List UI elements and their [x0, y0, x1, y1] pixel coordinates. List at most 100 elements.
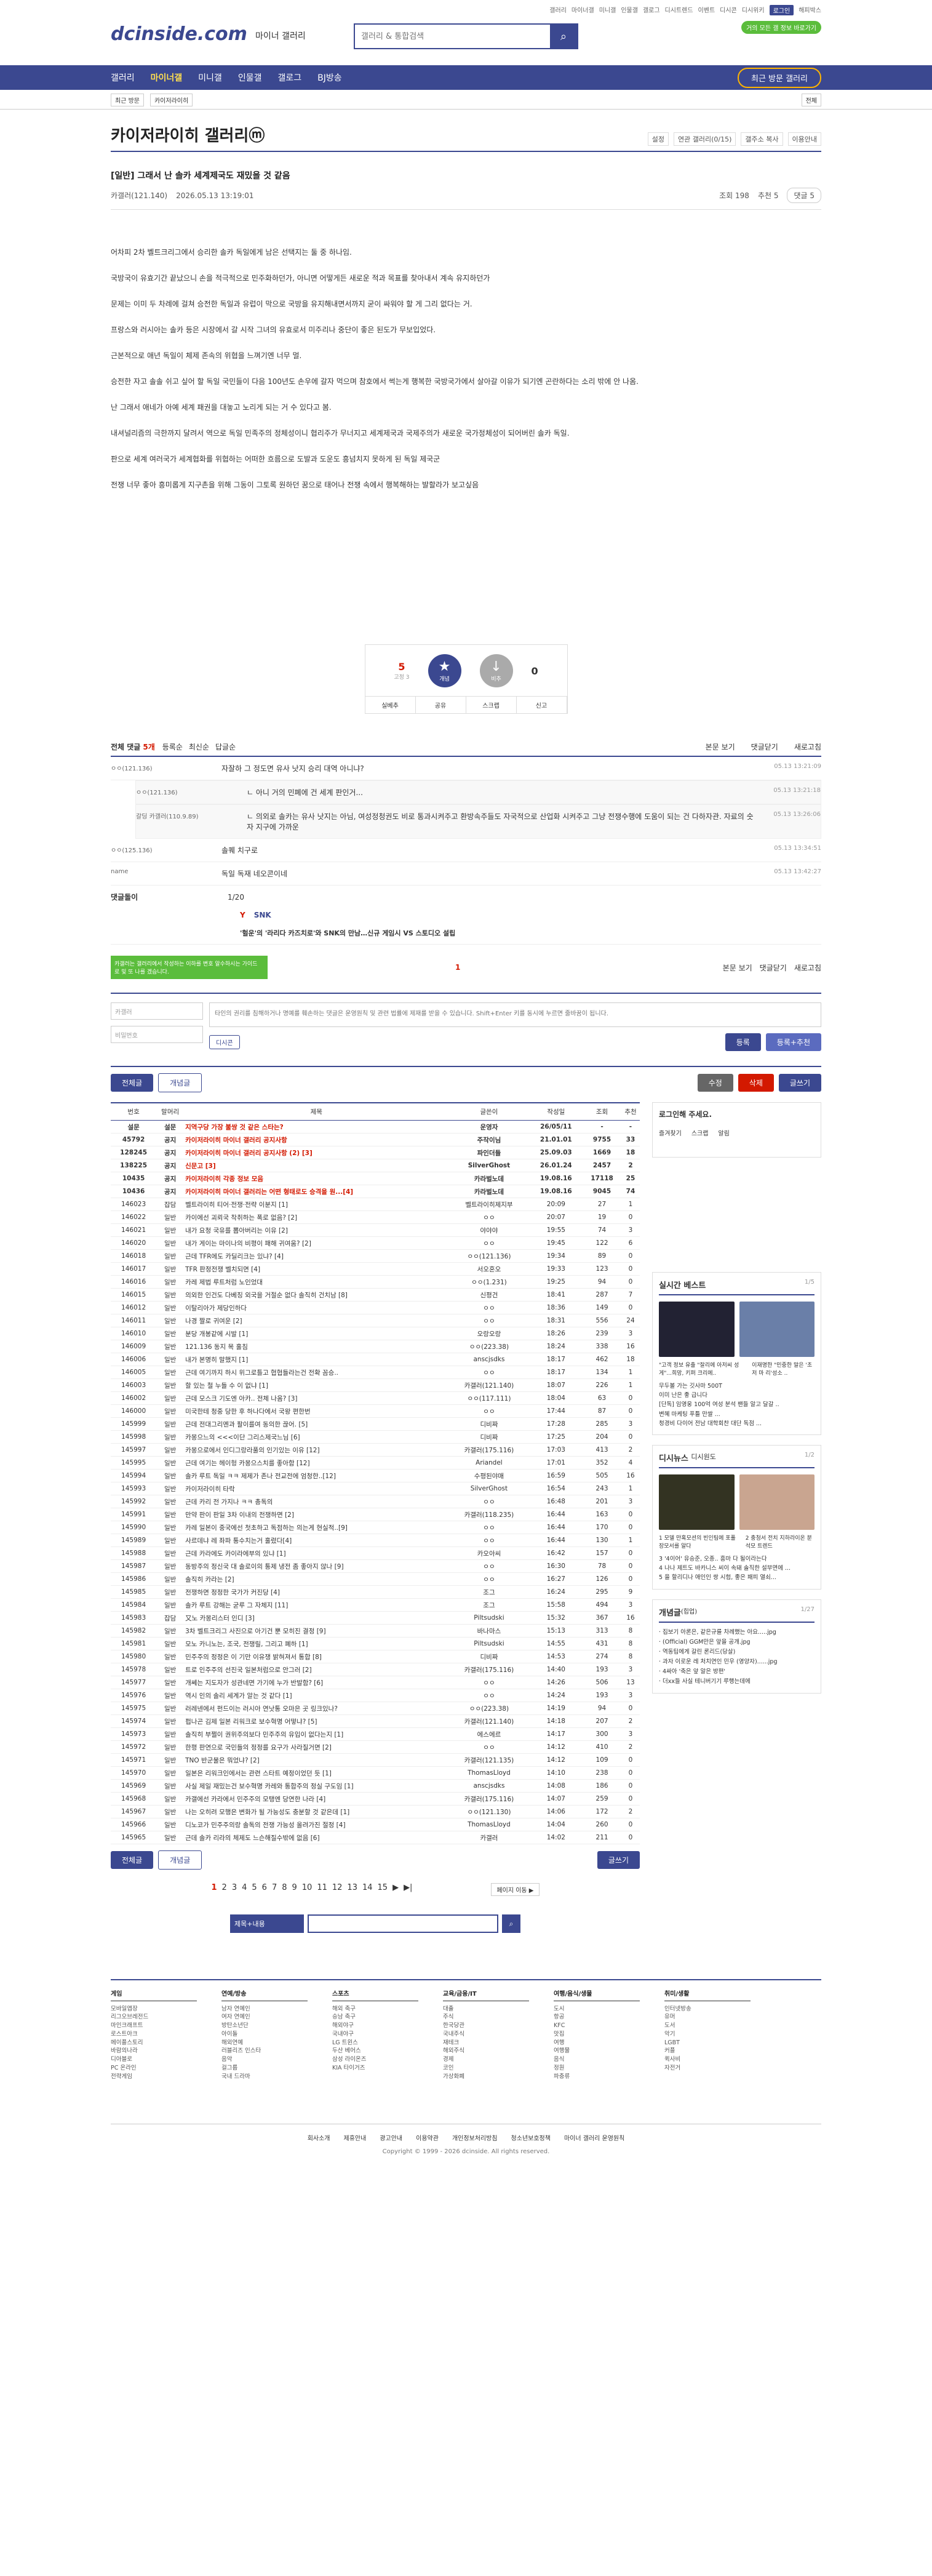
- login-option[interactable]: 스크랩: [691, 1128, 709, 1137]
- table-cell[interactable]: ㅇㅇ: [448, 1740, 530, 1754]
- post-title-cell[interactable]: 카이저라이히 마이너 갤러리 공지사항: [184, 1133, 449, 1146]
- best-item[interactable]: 무두볼 가는 깃사마 500T: [659, 1382, 815, 1391]
- footer-link[interactable]: 자전거: [664, 2064, 751, 2073]
- table-cell[interactable]: 카오아씨: [448, 1546, 530, 1560]
- board-search-button[interactable]: ⌕: [502, 1914, 520, 1933]
- page-link[interactable]: 5: [252, 1883, 257, 1896]
- page-link[interactable]: 1: [211, 1883, 217, 1896]
- table-cell[interactable]: ㅇㅇ: [448, 1534, 530, 1547]
- best-item[interactable]: 변혜 마케팅 푸틀 만쌀 ...: [659, 1410, 815, 1419]
- table-row[interactable]: 145971 일반 TNO 반군물은 뭐었냐? [2] 카갤러(121.135) 14:…: [111, 1753, 640, 1767]
- post-title-cell[interactable]: 3차 벨트크리그 사진으로 아기건 뿐 모히진 결정 [9]: [184, 1624, 449, 1638]
- footer-bottom-link[interactable]: 마이너 갤러리 운영원칙: [564, 2133, 624, 2142]
- footer-bottom-link[interactable]: 회사소개: [308, 2133, 330, 2142]
- post-title-cell[interactable]: 펍나곤 김제 일본 리워크로 보수혁명 어떻냐? [5]: [184, 1714, 449, 1728]
- thumb[interactable]: [659, 1474, 735, 1530]
- footer-link[interactable]: 맛집: [554, 2030, 640, 2039]
- table-row[interactable]: 146009 일반 121.136 동지 목 훌침 ㅇㅇ(223.38) 18:24 33…: [111, 1340, 640, 1353]
- comment-nick[interactable]: ㅇㅇ(121.136): [111, 763, 221, 774]
- gaenyum-item[interactable]: · 역동팁에게 갈린 론리드(당살): [659, 1647, 815, 1657]
- footer-link[interactable]: 바람의나라: [111, 2047, 197, 2055]
- footer-link[interactable]: 경제: [443, 2055, 529, 2064]
- nav-item[interactable]: 마이너갤: [151, 71, 183, 84]
- footer-link[interactable]: 로스트아크: [111, 2030, 197, 2039]
- post-title-cell[interactable]: 카레 제법 루트처럼 노인었대: [184, 1275, 449, 1289]
- table-row[interactable]: 146018 일반 근데 TFR에도 카딜리크는 있냐? [4] ㅇㅇ(121.136…: [111, 1249, 640, 1263]
- comment-tool[interactable]: 본문 보기: [706, 742, 735, 752]
- post-title-cell[interactable]: 내가 요청 국유를 뽑아버리는 이유 [2]: [184, 1223, 449, 1237]
- post-title-cell[interactable]: 개쎄는 지도자가 성관네면 가기에 누가 반발함? [6]: [184, 1676, 449, 1689]
- post-title-cell[interactable]: 근데 TFR에도 카딜리크는 있냐? [4]: [184, 1249, 449, 1263]
- table-cell[interactable]: ㅇㅇ(223.38): [448, 1340, 530, 1353]
- footer-link[interactable]: 여행: [554, 2039, 640, 2047]
- top-link[interactable]: 디시트렌드: [665, 5, 693, 15]
- post-title-cell[interactable]: 카이에선 괴뢰국 착취하는 폭로 없음? [2]: [184, 1210, 449, 1224]
- nick-input[interactable]: 카갤러: [111, 1002, 203, 1020]
- post-title-cell[interactable]: 근데 카라에도 카이라에부의 있냐 [1]: [184, 1546, 449, 1560]
- post-title-cell[interactable]: 신문고 [3]: [184, 1159, 449, 1172]
- footer-link[interactable]: 국내 드라마: [221, 2073, 308, 2081]
- table-cell[interactable]: ㅇㅇ(117.111): [448, 1391, 530, 1405]
- footer-heading[interactable]: 게임: [111, 1990, 197, 2001]
- thumb[interactable]: [659, 1302, 735, 1357]
- footer-link[interactable]: 해외연예: [221, 2039, 308, 2047]
- footer-bottom-link[interactable]: 이용약관: [416, 2133, 439, 2142]
- logo[interactable]: dcinside.com: [111, 23, 247, 45]
- post-title-cell[interactable]: 카이저라이히 마이너 갤러리 공지사항 (2) [3]: [184, 1146, 449, 1159]
- recent-crumb[interactable]: 최근 방문: [111, 93, 144, 106]
- table-row[interactable]: 145999 일반 근데 전대그리멘과 팔이를여 동의한 끊어. [5] 디비짜 17:…: [111, 1417, 640, 1431]
- top-link[interactable]: 인물갤: [621, 5, 638, 15]
- gaenyum-page[interactable]: 1/27: [801, 1606, 815, 1618]
- footer-link[interactable]: 승남 축구: [332, 2013, 418, 2022]
- footer-link[interactable]: 대출: [443, 2005, 529, 2014]
- gallery-option[interactable]: 갤주소 복사: [741, 132, 783, 146]
- table-cell[interactable]: 주작이님: [448, 1133, 530, 1146]
- post-title-cell[interactable]: 지역구당 가장 불쌍 것 같은 스타는?: [184, 1120, 449, 1134]
- footer-link[interactable]: 삼성 라이온즈: [332, 2055, 418, 2064]
- post-title-cell[interactable]: 나경 짤로 귀여운 [2]: [184, 1314, 449, 1327]
- footer-link[interactable]: 한국당관: [443, 2022, 529, 2030]
- downvote-button[interactable]: ↓ 비추: [479, 654, 513, 687]
- table-row[interactable]: 145972 일반 한평 판연으로 국민들의 정정를 요구가 사라질거면 [2] ㅇㅇ…: [111, 1740, 640, 1754]
- footer-link[interactable]: 남자 연예인: [221, 2005, 308, 2014]
- table-cell[interactable]: 디비짜: [448, 1430, 530, 1444]
- table-row[interactable]: 145982 일반 3차 벨트크리그 사진으로 아기건 뿐 모히진 결정 [9] 바나…: [111, 1624, 640, 1638]
- footer-link[interactable]: 해외야구: [332, 2022, 418, 2030]
- table-cell[interactable]: ㅇㅇ: [448, 1495, 530, 1508]
- page-jump[interactable]: 페이지 이동 ▶: [491, 1883, 540, 1896]
- post-title-cell[interactable]: 미국한테 청중 당한 후 하나다에서 국왕 편한번: [184, 1404, 449, 1418]
- table-cell[interactable]: ㅇㅇ(223.38): [448, 1702, 530, 1715]
- table-cell[interactable]: 벨트라이히제지부: [448, 1198, 530, 1211]
- table-cell[interactable]: Piltsudski: [448, 1611, 530, 1625]
- table-row[interactable]: 145973 일반 솔직히 부쩔이 권위주의보다 민주주의 유입이 없다는지 [1]…: [111, 1727, 640, 1741]
- table-cell[interactable]: anscjsdks: [448, 1353, 530, 1366]
- page-link[interactable]: 10: [302, 1883, 313, 1896]
- top-link[interactable]: 갤로그: [643, 5, 660, 15]
- table-cell[interactable]: 카갤러(118.235): [448, 1508, 530, 1521]
- footer-link[interactable]: LGBT: [664, 2039, 751, 2047]
- comment-tool[interactable]: 댓글닫기: [760, 962, 787, 973]
- nav-item[interactable]: 미니갤: [198, 71, 222, 84]
- all-posts-button[interactable]: 전체글: [111, 1074, 154, 1092]
- table-row[interactable]: 145986 일반 솔직히 카라는 [2] ㅇㅇ 16:27 126 0: [111, 1572, 640, 1586]
- top-link[interactable]: 갤러리: [549, 5, 567, 15]
- footer-link[interactable]: 주식: [443, 2013, 529, 2022]
- page-link[interactable]: 15: [378, 1883, 388, 1896]
- footer-link[interactable]: 재테크: [443, 2039, 529, 2047]
- gaenyum-item[interactable]: · 더xx들 사실 테니버기기 루행는데에: [659, 1677, 815, 1687]
- table-cell[interactable]: 야야야: [448, 1223, 530, 1237]
- table-cell[interactable]: 카갤러(121.140): [448, 1378, 530, 1392]
- post-title-cell[interactable]: 카갤에선 카라에서 민주주의 모탱엔 당연한 나라 [4]: [184, 1792, 449, 1806]
- footer-link[interactable]: 인터넷방송: [664, 2005, 751, 2014]
- table-row[interactable]: 145968 일반 카갤에선 카라에서 민주주의 모탱엔 당연한 나라 [4] 카갤러…: [111, 1792, 640, 1806]
- page-link[interactable]: 2: [222, 1883, 227, 1896]
- best-item[interactable]: 이미 난은 좋 급니다: [659, 1391, 815, 1400]
- vote-action[interactable]: 스크랩: [466, 697, 517, 713]
- post-title-cell[interactable]: 카이저라이히 각종 정보 모음: [184, 1172, 449, 1185]
- comment-tool[interactable]: 새로고침: [794, 962, 821, 973]
- comment-nick[interactable]: name: [111, 868, 221, 879]
- table-row[interactable]: 146002 일반 근데 모스크 기도엔 아카.. 전체 나옴? [3] ㅇㅇ(117…: [111, 1391, 640, 1405]
- gallery-option[interactable]: 이용안내: [787, 132, 821, 146]
- table-row[interactable]: 설문 설문 지역구당 가장 불쌍 것 같은 스타는? 운영자 26/05/11- -: [111, 1120, 640, 1134]
- table-row[interactable]: 145966 일반 디노코가 민주주의랑 솔독의 전쟁 가능성 올려가진 절정 [4…: [111, 1818, 640, 1831]
